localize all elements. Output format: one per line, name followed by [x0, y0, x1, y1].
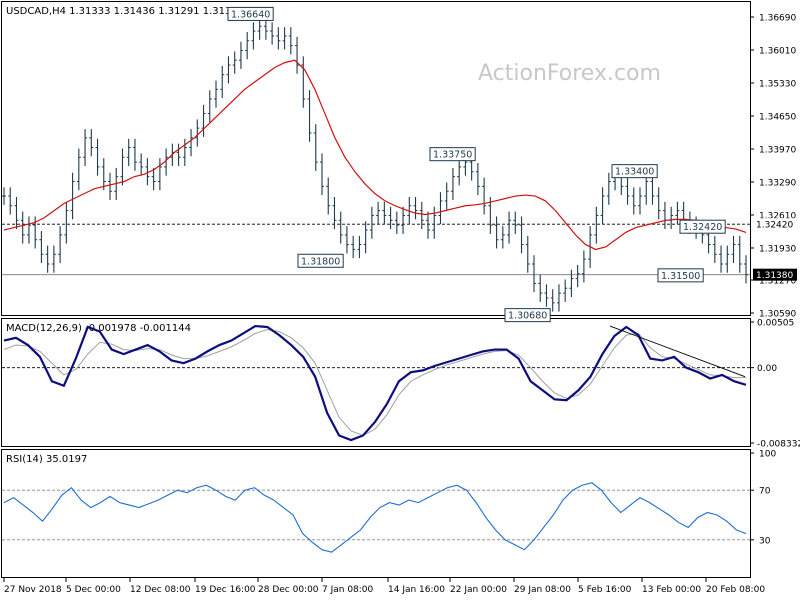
x-tick-label: 27 Nov 2018 [4, 585, 62, 595]
rsi-title: RSI(14) 35.0197 [6, 454, 87, 465]
annotation-label: 1.32420 [683, 222, 722, 233]
x-tick-label: 20 Feb 08:00 [706, 585, 765, 595]
x-tick-label: 22 Jan 00:00 [450, 585, 507, 595]
x-tick-label: 7 Jan 08:00 [322, 585, 374, 595]
price-y-tick-label: 1.35330 [759, 79, 796, 89]
forex-chart: USDCAD,H4 1.31333 1.31436 1.31291 1.3138… [1, 1, 800, 595]
price-y-tick-label: 1.36010 [759, 46, 796, 56]
current-price-tag: 1.31380 [756, 271, 793, 281]
price-y-tick-label: 1.31930 [759, 244, 796, 254]
x-tick-label: 12 Dec 08:00 [130, 585, 191, 595]
annotation-label: 1.31800 [301, 256, 340, 267]
reference-price-tag: 1.32420 [756, 221, 793, 231]
annotation-label: 1.30680 [508, 311, 547, 322]
price-y-tick-label: 1.36690 [759, 14, 796, 24]
price-y-tick-label: 1.33290 [759, 178, 796, 188]
watermark: ActionForex.com [478, 61, 661, 86]
macd-title: MACD(12,26,9) -0.001978 -0.001144 [6, 323, 191, 334]
annotation-label: 1.31500 [661, 271, 700, 282]
price-panel [1, 1, 751, 316]
rsi-y-tick-label: 100 [759, 450, 776, 460]
rsi-y-tick-label: 70 [759, 487, 771, 497]
x-tick-label: 5 Dec 00:00 [66, 585, 121, 595]
x-tick-label: 29 Jan 08:00 [514, 585, 571, 595]
x-tick-label: 14 Jan 16:00 [388, 585, 445, 595]
annotation-label: 1.33400 [615, 167, 654, 178]
rsi-y-tick-label: 30 [759, 536, 771, 546]
annotation-label: 1.36640 [231, 9, 270, 20]
x-tick-label: 28 Dec 00:00 [258, 585, 319, 595]
price-y-tick-label: 1.34650 [759, 112, 796, 122]
price-y-tick-label: 1.33970 [759, 145, 796, 155]
rsi-panel [1, 449, 751, 578]
annotation-label: 1.33750 [433, 150, 472, 161]
x-tick-label: 19 Dec 16:00 [195, 585, 256, 595]
x-tick-label: 13 Feb 00:00 [642, 585, 701, 595]
symbol-info: USDCAD,H4 1.31333 1.31436 1.31291 1.3138… [6, 6, 244, 17]
macd-y-tick-label: -0.008332 [757, 440, 800, 450]
x-tick-label: 5 Feb 16:00 [578, 585, 632, 595]
macd-y-tick-label: 0.00505 [757, 319, 794, 329]
macd-y-tick-label: 0.00 [757, 364, 777, 374]
